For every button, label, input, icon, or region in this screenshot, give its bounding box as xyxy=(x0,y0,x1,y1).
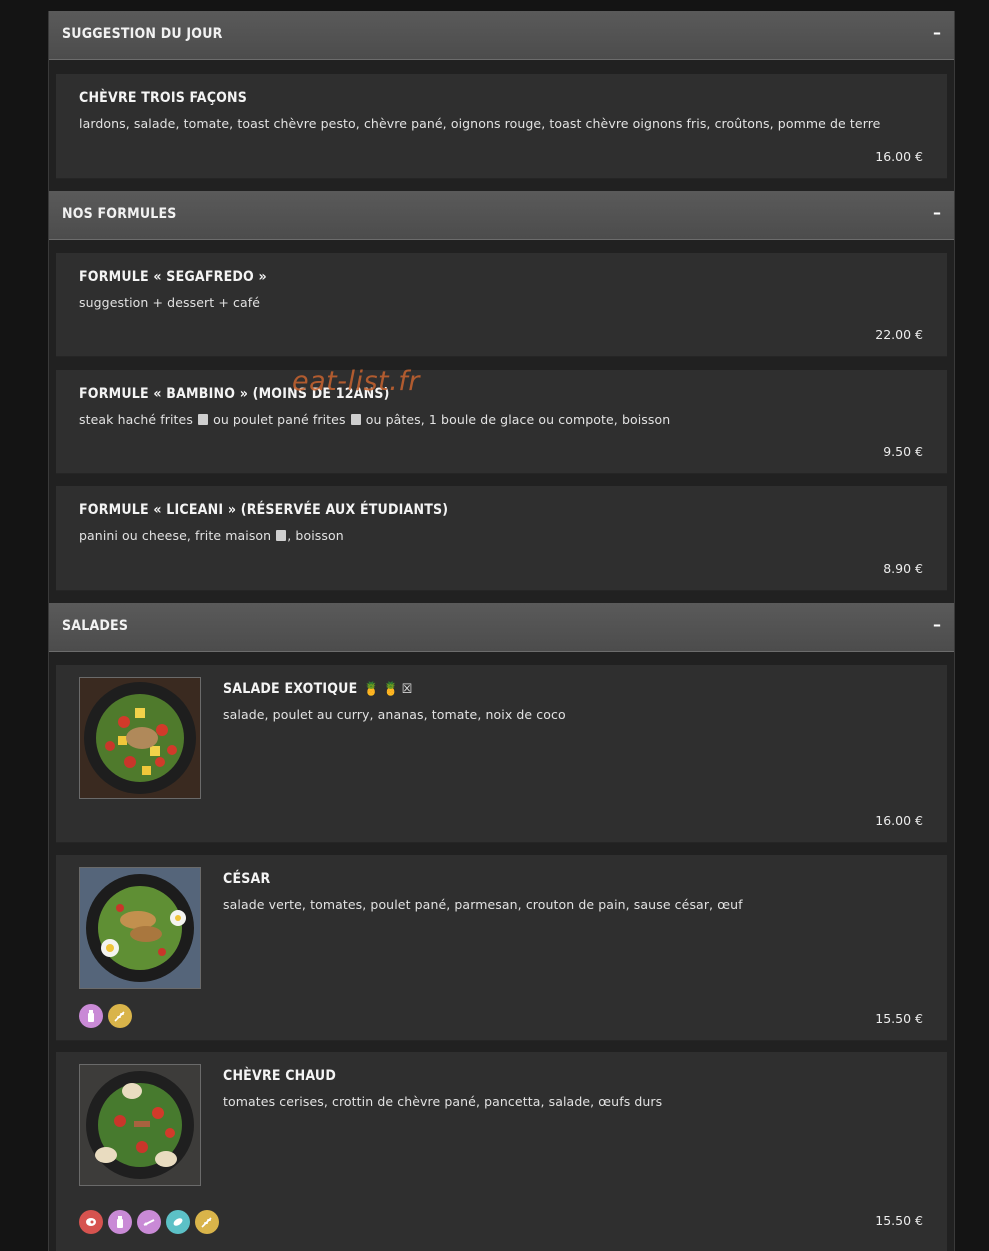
collapse-toggle-icon[interactable]: – xyxy=(930,23,944,43)
caesar-salad-photo[interactable] xyxy=(79,867,201,989)
collapse-toggle-icon[interactable]: – xyxy=(930,203,944,223)
item-name: Salade exotique 🍍🍍☒ xyxy=(223,681,415,697)
menu-item-card[interactable]: Formule « Liceani » (réservée aux étudia… xyxy=(56,486,947,590)
desc-part: ou pâtes, 1 boule de glace ou compote, b… xyxy=(361,412,671,427)
item-price: 8.90 € xyxy=(883,561,923,576)
item-price: 22.00 € xyxy=(875,327,923,342)
item-name: Chèvre trois façons xyxy=(79,90,248,106)
menu-item-card[interactable]: Formule « Bambino » (moins de 12ans) ste… xyxy=(56,370,947,473)
item-price: 16.00 € xyxy=(875,813,923,828)
item-name: Chèvre chaud xyxy=(223,1068,337,1084)
desc-part: , boisson xyxy=(287,528,344,543)
leaf-icon xyxy=(166,1210,190,1234)
desc-part: ou poulet pané frites xyxy=(209,412,350,427)
menu-item-card[interactable]: César salade verte, tomates, poulet pané… xyxy=(56,855,947,1040)
item-price: 15.50 € xyxy=(875,1011,923,1026)
item-price: 9.50 € xyxy=(883,444,923,459)
section-title: Suggestion du jour xyxy=(62,26,223,42)
item-name: Formule « Bambino » (moins de 12ans) xyxy=(79,386,390,402)
menu-item-card[interactable]: Formule « Segafredo » suggestion + desse… xyxy=(56,253,947,356)
item-description: lardons, salade, tomate, toast chèvre pe… xyxy=(79,116,881,131)
fries-icon xyxy=(198,414,209,425)
item-name: Formule « Segafredo » xyxy=(79,269,267,285)
section-header-salades[interactable]: Salades – xyxy=(49,603,954,652)
section-header-suggestion[interactable]: Suggestion du jour – xyxy=(49,11,954,60)
desc-part: panini ou cheese, frite maison xyxy=(79,528,276,543)
menu-item-card[interactable]: Salade exotique 🍍🍍☒ salade, poulet au cur… xyxy=(56,665,947,842)
menu-container: Suggestion du jour – Chèvre trois façons… xyxy=(48,11,955,1251)
milk-bottle-icon xyxy=(108,1210,132,1234)
wheat-icon xyxy=(108,1004,132,1028)
milk-bottle-icon xyxy=(79,1004,103,1028)
item-name: Formule « Liceani » (réservée aux étudia… xyxy=(79,502,449,518)
item-description: salade, poulet au curry, ananas, tomate,… xyxy=(223,707,566,722)
fries-icon xyxy=(350,414,361,425)
section-title: Nos formules xyxy=(62,206,177,222)
item-name-text: Salade exotique xyxy=(223,681,358,697)
item-price: 16.00 € xyxy=(875,149,923,164)
item-price: 15.50 € xyxy=(875,1213,923,1228)
allergen-icons xyxy=(79,1004,132,1028)
diet-icons: 🍍🍍☒ xyxy=(363,682,416,697)
wheat-icon xyxy=(195,1210,219,1234)
allergen-icons xyxy=(79,1210,219,1234)
goat-cheese-salad-photo[interactable] xyxy=(79,1064,201,1186)
item-description: suggestion + dessert + café xyxy=(79,295,260,310)
section-header-formules[interactable]: Nos formules – xyxy=(49,191,954,240)
item-description: tomates cerises, crottin de chèvre pané,… xyxy=(223,1094,663,1109)
meat-icon xyxy=(79,1210,103,1234)
menu-item-card[interactable]: Chèvre chaud tomates cerises, crottin de… xyxy=(56,1052,947,1251)
item-description: panini ou cheese, frite maison , boisson xyxy=(79,528,344,543)
desc-part: steak haché frites xyxy=(79,412,198,427)
salad-exotic-photo[interactable] xyxy=(79,677,201,799)
collapse-toggle-icon[interactable]: – xyxy=(930,615,944,635)
item-description: salade verte, tomates, poulet pané, parm… xyxy=(223,897,743,912)
section-title: Salades xyxy=(62,618,129,634)
egg-icon xyxy=(137,1210,161,1234)
item-name: César xyxy=(223,871,271,887)
menu-item-card[interactable]: Chèvre trois façons lardons, salade, tom… xyxy=(56,74,947,178)
item-description: steak haché frites ou poulet pané frites… xyxy=(79,412,670,427)
fries-icon xyxy=(276,530,287,541)
